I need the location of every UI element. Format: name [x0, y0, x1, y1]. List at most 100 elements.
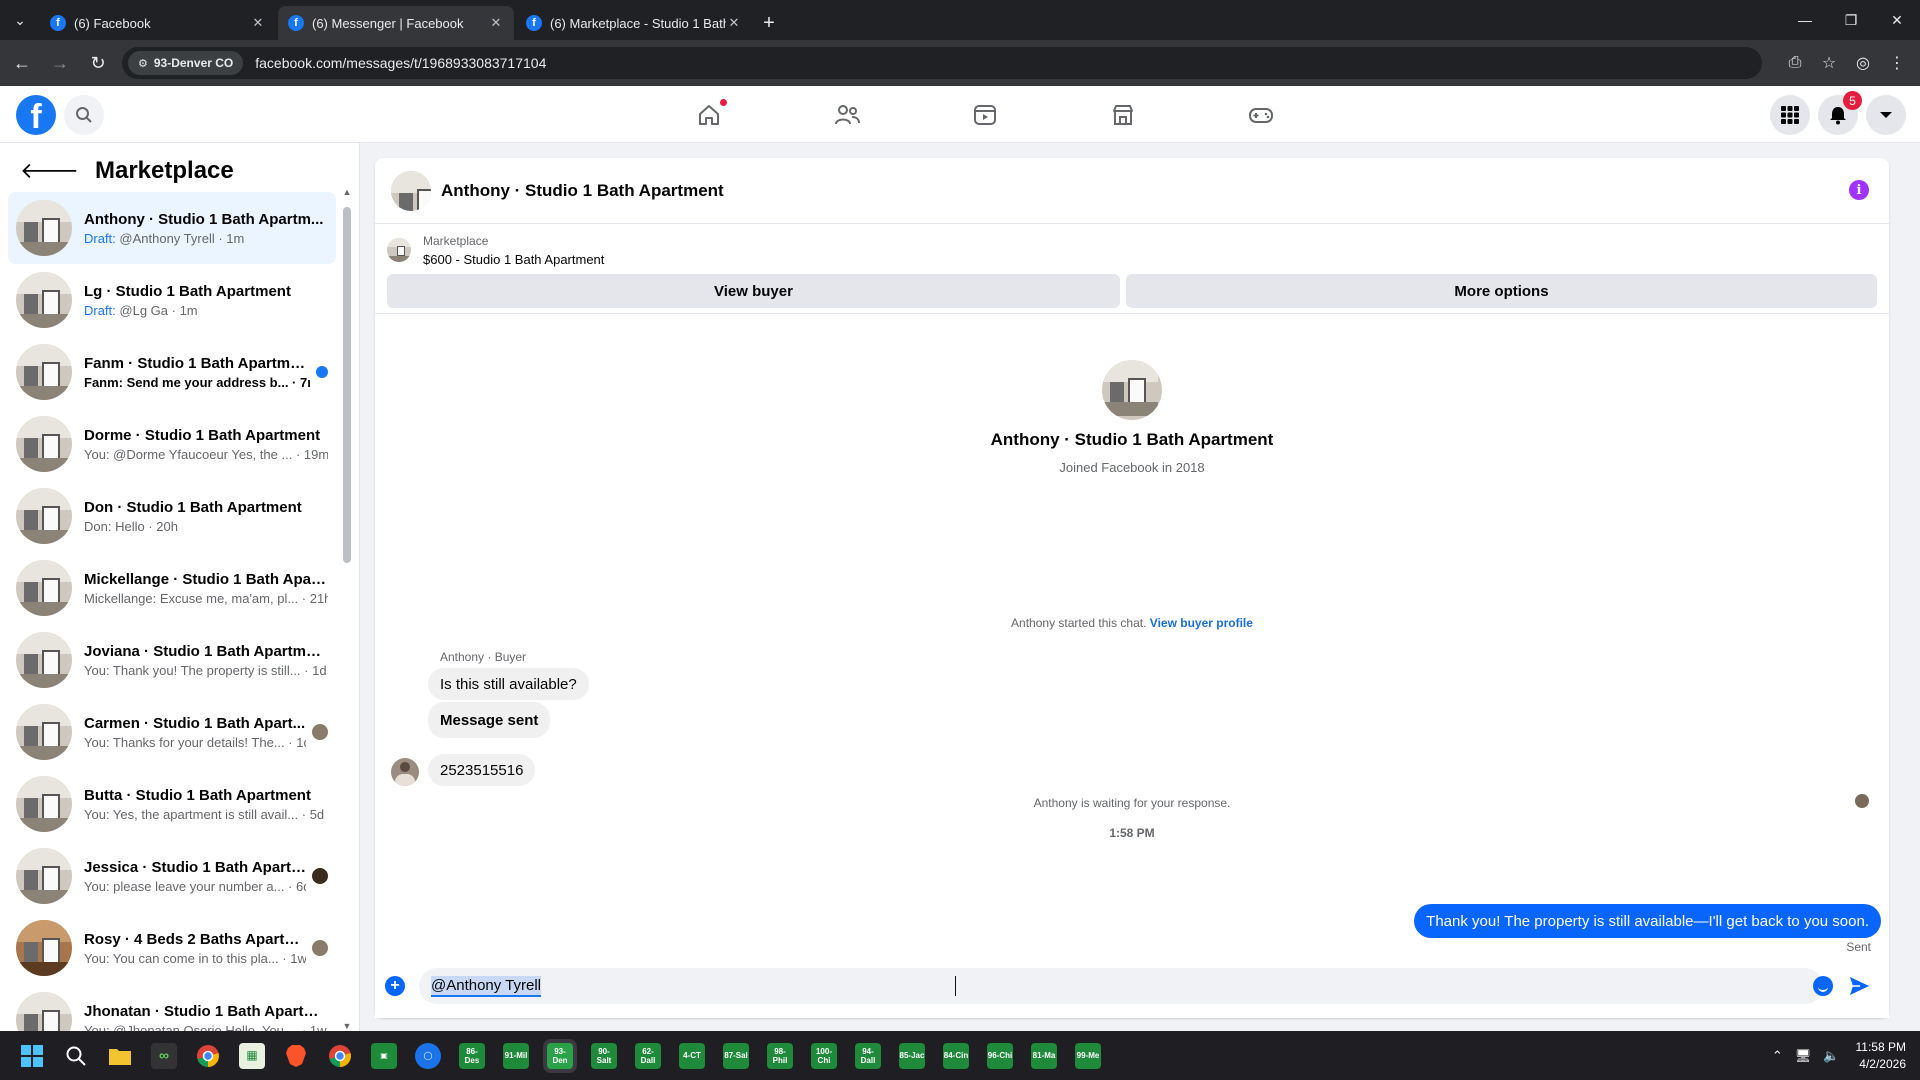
conversation-avatar: [16, 200, 72, 256]
conversation-item[interactable]: Fanm · Studio 1 Bath Apartment Fanm: Send…: [8, 336, 336, 408]
conversation-item[interactable]: Butta · Studio 1 Bath Apartment You: Yes,…: [8, 768, 336, 840]
taskbar-profile-99-me[interactable]: 99-Me: [1070, 1038, 1106, 1074]
plus-icon[interactable]: +: [385, 976, 405, 996]
file-explorer-button[interactable]: [102, 1038, 138, 1074]
chat-avatar[interactable]: [391, 170, 431, 211]
scroll-down-icon[interactable]: ▼: [342, 1021, 352, 1031]
sidebar-title: Marketplace: [95, 157, 234, 184]
taskbar-chrome-1[interactable]: [190, 1038, 226, 1074]
restore-icon[interactable]: ❐: [1828, 0, 1874, 40]
network-icon[interactable]: 🖥: [1795, 1048, 1812, 1064]
browser-tab-messenger[interactable]: f (6) Messenger | Facebook ✕: [278, 6, 514, 40]
conversation-item[interactable]: Jessica · Studio 1 Bath Apartm... You: pl…: [8, 840, 336, 912]
conversation-item[interactable]: Carmen · Studio 1 Bath Apart... You: Than…: [8, 696, 336, 768]
taskbar-chrome-2[interactable]: [322, 1038, 358, 1074]
taskbar-profile-87-sal[interactable]: 87-Sal: [718, 1038, 754, 1074]
view-buyer-profile-link[interactable]: View buyer profile: [1150, 616, 1253, 630]
nav-gaming[interactable]: [1192, 86, 1330, 143]
bookmark-star-icon[interactable]: ☆: [1812, 47, 1846, 79]
close-window-icon[interactable]: ✕: [1874, 0, 1920, 40]
nav-video[interactable]: [916, 86, 1054, 143]
address-bar[interactable]: ⚙ 93-Denver CO facebook.com/messages/t/1…: [122, 47, 1762, 79]
back-arrow-icon[interactable]: ←: [6, 47, 38, 79]
account-button[interactable]: [1866, 95, 1906, 135]
conversation-item[interactable]: Dorme · Studio 1 Bath Apartment You: @Dor…: [8, 408, 336, 480]
close-tab-icon[interactable]: ✕: [250, 15, 266, 31]
browser-menu-icon[interactable]: ⋮: [1880, 47, 1914, 79]
outgoing-message[interactable]: Thank you! The property is still availab…: [1414, 904, 1881, 938]
minimize-icon[interactable]: —: [1782, 0, 1828, 40]
taskbar-app-infinity[interactable]: ∞: [146, 1038, 182, 1074]
view-buyer-button[interactable]: View buyer: [387, 274, 1120, 308]
taskbar-profile-4-ct[interactable]: 4-CT: [674, 1038, 710, 1074]
chat-title[interactable]: Anthony · Studio 1 Bath Apartment: [441, 181, 724, 201]
install-app-icon[interactable]: ⎙: [1778, 47, 1812, 79]
browser-tab-marketplace[interactable]: f (6) Marketplace - Studio 1 Bath ✕: [516, 6, 752, 40]
new-tab-button[interactable]: +: [754, 6, 784, 40]
taskbar-search-button[interactable]: [58, 1038, 94, 1074]
location-chip[interactable]: ⚙ 93-Denver CO: [128, 51, 244, 75]
nav-friends[interactable]: [778, 86, 916, 143]
conversation-item[interactable]: Anthony · Studio 1 Bath Apartm... Draft: …: [8, 192, 336, 264]
conversation-item[interactable]: Don · Studio 1 Bath Apartment Don: Hello …: [8, 480, 336, 552]
conversation-preview: You: please leave your number a... · 6d: [84, 879, 306, 894]
facebook-logo-icon[interactable]: f: [16, 95, 56, 135]
browser-tab-facebook[interactable]: f (6) Facebook ✕: [40, 6, 276, 40]
conversation-name: Rosy · 4 Beds 2 Baths Apartm...: [84, 930, 306, 948]
menu-button[interactable]: [1770, 95, 1810, 135]
taskbar-profile-84-cin[interactable]: 84-Cin: [938, 1038, 974, 1074]
conversation-item[interactable]: Jhonatan · Studio 1 Bath Apartm... You: @…: [8, 984, 336, 1031]
taskbar-profile-85-jac[interactable]: 85-Jac: [894, 1038, 930, 1074]
forward-arrow-icon[interactable]: →: [44, 47, 76, 79]
taskbar-profile-91-mil[interactable]: 91-Mil: [498, 1038, 534, 1074]
profile-avatar[interactable]: [1102, 360, 1162, 420]
taskbar-profile-96-chi[interactable]: 96-Chi: [982, 1038, 1018, 1074]
conversation-item[interactable]: Mickellange · Studio 1 Bath Apar... Micke…: [8, 552, 336, 624]
scroll-thumb[interactable]: [343, 207, 351, 563]
taskbar-profile-100-chi[interactable]: 100-Chi: [806, 1038, 842, 1074]
taskbar-brave[interactable]: [278, 1038, 314, 1074]
search-button[interactable]: [64, 95, 104, 135]
tab-search-chevron-icon[interactable]: ⌄: [0, 0, 40, 40]
taskbar-spreadsheet[interactable]: ▦: [234, 1038, 270, 1074]
conversation-item[interactable]: Joviana · Studio 1 Bath Apartment You: Th…: [8, 624, 336, 696]
conversation-text: Jessica · Studio 1 Bath Apartm... You: pl…: [84, 859, 306, 894]
incoming-message[interactable]: Is this still available?: [428, 668, 589, 700]
scroll-up-icon[interactable]: ▲: [342, 187, 352, 197]
close-tab-icon[interactable]: ✕: [726, 15, 742, 31]
incoming-message[interactable]: Message sent: [428, 702, 551, 738]
taskbar-blue-app[interactable]: ◯: [410, 1038, 446, 1074]
taskbar-profile-98-phil[interactable]: 98-Phil: [762, 1038, 798, 1074]
nav-marketplace[interactable]: [1054, 86, 1192, 143]
taskbar-profile-93-den[interactable]: 93-Den: [542, 1038, 578, 1074]
taskbar-profile-94-dall[interactable]: 94-Dall: [850, 1038, 886, 1074]
send-icon[interactable]: [1847, 974, 1871, 998]
taskbar-profile-app[interactable]: ▣: [366, 1038, 402, 1074]
more-options-button[interactable]: More options: [1126, 274, 1877, 308]
emoji-icon[interactable]: [1813, 976, 1833, 996]
conversation-item[interactable]: Rosy · 4 Beds 2 Baths Apartm... You: You …: [8, 912, 336, 984]
message-input[interactable]: @Anthony Tyrell: [419, 968, 1823, 1004]
taskbar-clock[interactable]: 11:58 PM 4/2/2026: [1856, 1039, 1906, 1073]
taskbar-profile-90-salt[interactable]: 90-Salt: [586, 1038, 622, 1074]
sender-avatar[interactable]: [391, 758, 419, 786]
conversation-item[interactable]: Lg · Studio 1 Bath Apartment Draft: @Lg G…: [8, 264, 336, 336]
listing-title[interactable]: $600 - Studio 1 Bath Apartment: [423, 252, 604, 267]
taskbar-profile-86-des[interactable]: 86-Des: [454, 1038, 490, 1074]
sidebar-scrollbar[interactable]: ▲ ▼: [343, 187, 352, 1031]
taskbar-profile-81-ma[interactable]: 81-Ma: [1026, 1038, 1062, 1074]
windows-start-button[interactable]: [14, 1038, 50, 1074]
info-icon[interactable]: i: [1849, 180, 1869, 200]
profile-icon[interactable]: ◎: [1846, 47, 1880, 79]
tray-overflow-chevron-icon[interactable]: ⌃: [1772, 1048, 1783, 1064]
taskbar-profile-62-dall[interactable]: 62-Dall: [630, 1038, 666, 1074]
nav-home[interactable]: [640, 86, 778, 143]
notifications-button[interactable]: 5: [1818, 91, 1862, 135]
mention-token[interactable]: @Anthony Tyrell: [431, 975, 542, 997]
listing-thumbnail[interactable]: [387, 238, 411, 262]
back-arrow-icon[interactable]: 🡐: [20, 158, 79, 184]
volume-icon[interactable]: 🔈: [1823, 1048, 1839, 1064]
close-tab-icon[interactable]: ✕: [488, 15, 504, 31]
incoming-message[interactable]: 2523515516: [428, 754, 536, 786]
reload-icon[interactable]: ↻: [82, 47, 114, 79]
